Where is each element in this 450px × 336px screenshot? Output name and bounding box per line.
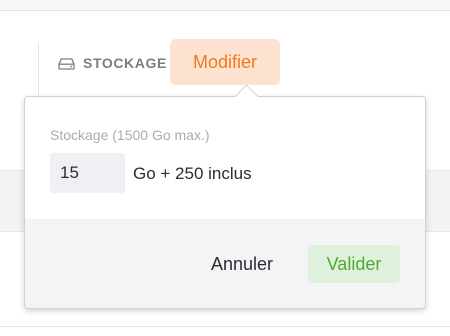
popover-footer: Annuler Valider (25, 219, 425, 308)
confirm-button[interactable]: Valider (308, 245, 400, 283)
bottom-divider (0, 326, 450, 327)
storage-unit-text: Go + 250 inclus (133, 164, 252, 183)
storage-section-header: STOCKAGE (58, 52, 167, 74)
edit-storage-button[interactable]: Modifier (170, 39, 280, 85)
hard-drive-icon (58, 57, 75, 70)
storage-quantity-input[interactable] (50, 153, 125, 193)
storage-title: STOCKAGE (83, 55, 167, 71)
cancel-button[interactable]: Annuler (200, 245, 284, 283)
vertical-divider (38, 42, 39, 102)
storage-edit-popover: Stockage (1500 Go max.) Go + 250 inclus … (24, 84, 426, 309)
storage-field-label: Stockage (1500 Go max.) (50, 127, 210, 143)
